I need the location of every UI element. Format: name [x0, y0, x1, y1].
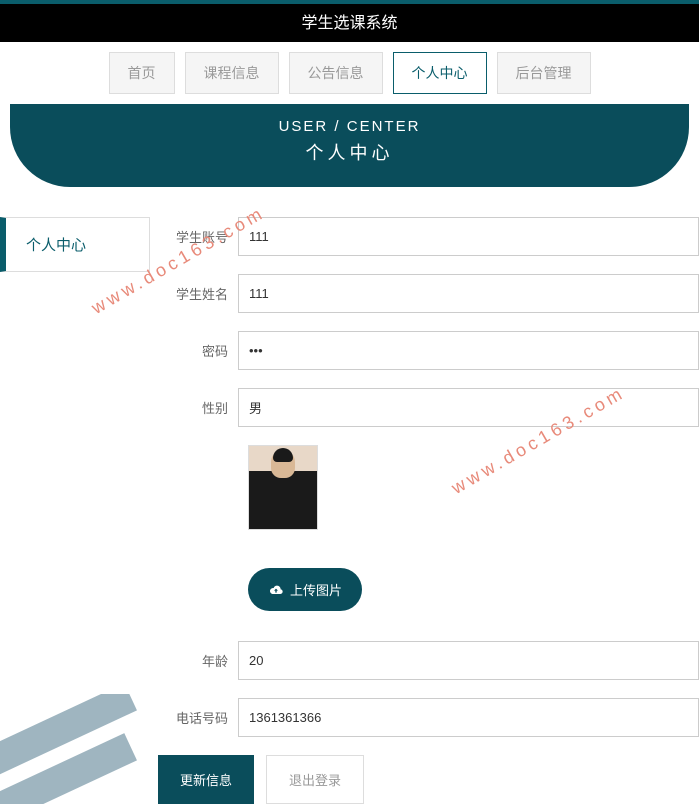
label-name: 学生姓名: [160, 284, 238, 303]
sidebar-tab-user-center[interactable]: 个人中心: [0, 217, 150, 272]
banner-subtitle: USER / CENTER: [10, 118, 689, 135]
upload-button[interactable]: 上传图片: [248, 568, 362, 611]
label-password: 密码: [160, 341, 238, 360]
nav-menu: 首页 课程信息 公告信息 个人中心 后台管理: [0, 42, 699, 104]
input-password[interactable]: [238, 331, 699, 370]
footer-decoration: [0, 694, 140, 804]
app-title: 学生选课系统: [301, 9, 397, 33]
header-bar: 学生选课系统: [0, 0, 699, 42]
input-phone[interactable]: [238, 698, 699, 737]
avatar-image: [248, 445, 318, 530]
nav-courses[interactable]: 课程信息: [185, 52, 279, 94]
nav-home[interactable]: 首页: [109, 52, 175, 94]
label-phone: 电话号码: [160, 708, 238, 727]
page-banner: USER / CENTER 个人中心: [10, 104, 689, 187]
nav-admin[interactable]: 后台管理: [497, 52, 591, 94]
logout-button[interactable]: 退出登录: [266, 755, 364, 804]
label-age: 年龄: [160, 651, 238, 670]
cloud-upload-icon: [268, 584, 284, 596]
update-button[interactable]: 更新信息: [158, 755, 254, 804]
input-age[interactable]: [238, 641, 699, 680]
label-gender: 性别: [160, 398, 238, 417]
input-name[interactable]: [238, 274, 699, 313]
banner-title: 个人中心: [10, 139, 689, 165]
input-account[interactable]: [238, 217, 699, 256]
nav-announcements[interactable]: 公告信息: [289, 52, 383, 94]
input-gender[interactable]: [238, 388, 699, 427]
nav-user-center[interactable]: 个人中心: [393, 52, 487, 94]
label-account: 学生账号: [160, 227, 238, 246]
upload-label: 上传图片: [290, 580, 342, 599]
form-area: 学生账号 学生姓名 密码 性别 上传图片 年龄: [150, 217, 699, 804]
